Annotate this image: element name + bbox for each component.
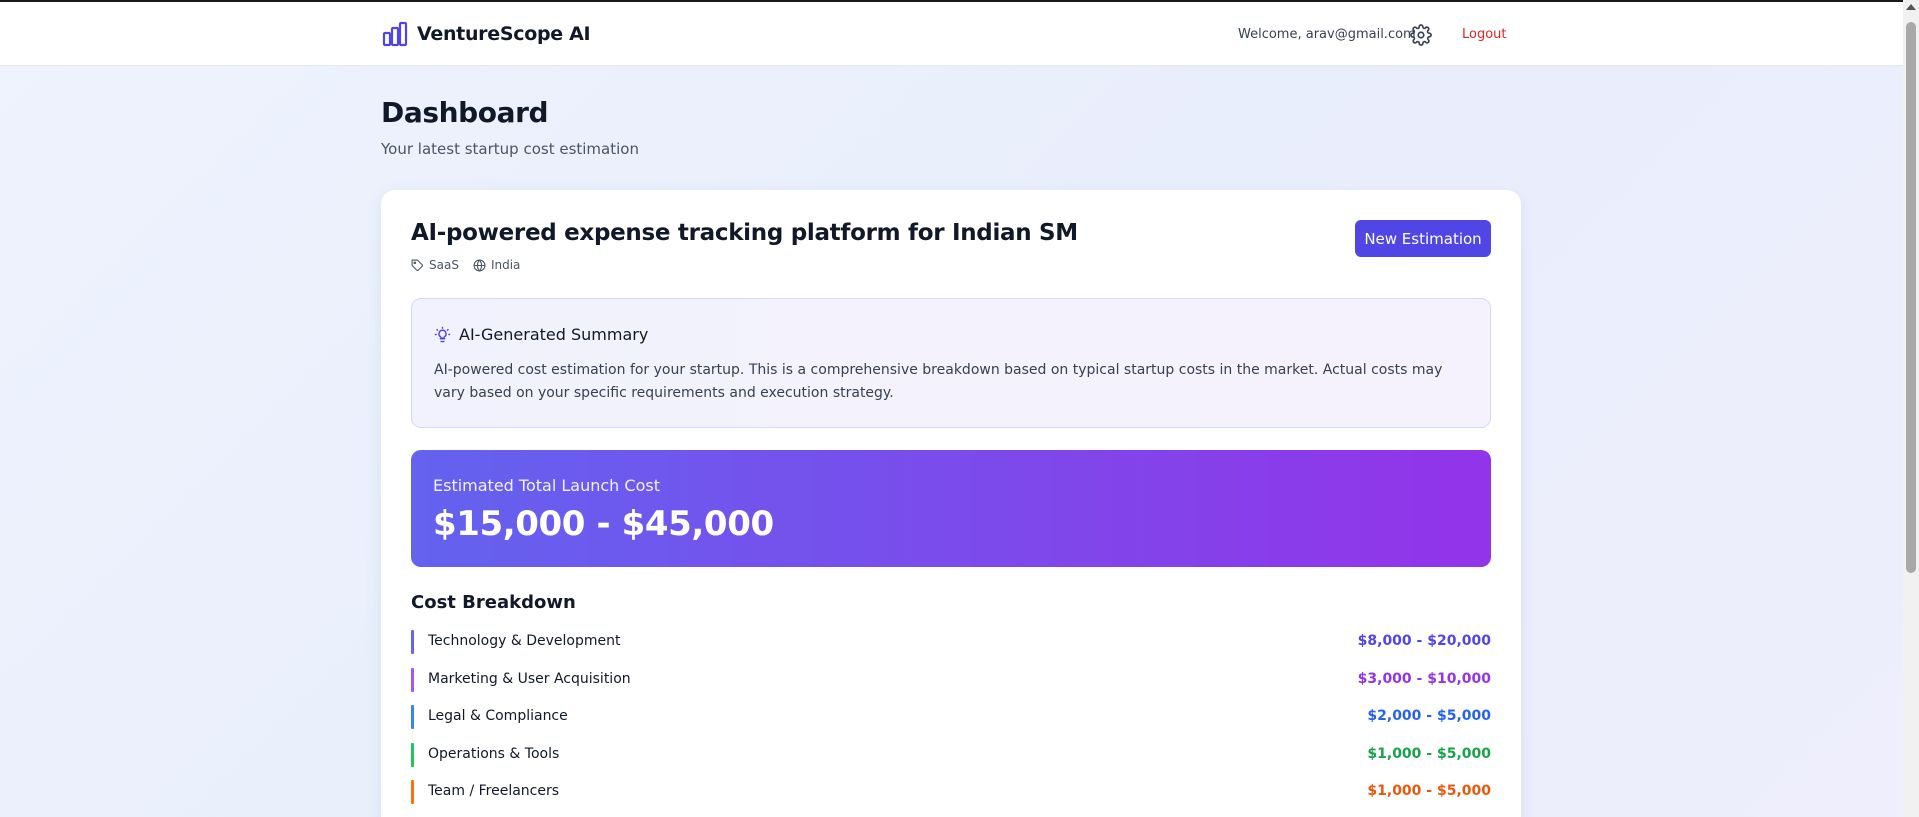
row-accent-bar [411,630,414,654]
summary-text: AI-powered cost estimation for your star… [434,362,1443,401]
page-scrollbar[interactable] [1903,0,1919,817]
row-amount: $2,000 - $5,000 [1367,708,1491,724]
tag-category: SaaS [411,258,459,272]
tag-label: India [490,258,521,272]
row-amount: $1,000 - $5,000 [1367,746,1491,762]
estimation-card: AI-powered expense tracking platform for… [381,190,1521,817]
welcome-text: Welcome, arav@gmail.com [1238,27,1416,42]
breakdown-row: Technology & Development $8,000 - $20,00… [411,630,1491,654]
row-amount: $8,000 - $20,000 [1357,633,1491,649]
row-accent-bar [411,780,414,804]
row-label: Operations & Tools [428,746,560,762]
new-estimation-button[interactable]: New Estimation [1355,220,1491,257]
gear-icon[interactable] [1410,24,1432,46]
row-label: Technology & Development [428,633,621,649]
row-accent-bar [411,705,414,729]
lightbulb-icon [434,326,451,343]
row-accent-bar [411,743,414,767]
breakdown-row: Team / Freelancers $1,000 - $5,000 [411,780,1491,804]
brand[interactable]: VentureScope AI [381,20,591,48]
cost-breakdown-title: Cost Breakdown [411,592,576,613]
page-subtitle: Your latest startup cost estimation [381,140,639,158]
estimation-title: AI-powered expense tracking platform for… [411,220,1078,246]
breakdown-row: Marketing & User Acquisition $3,000 - $1… [411,668,1491,692]
summary-title: AI-Generated Summary [459,325,649,344]
tag-region: India [473,258,520,272]
breakdown-row: Legal & Compliance $2,000 - $5,000 [411,705,1491,729]
breakdown-row: Operations & Tools $1,000 - $5,000 [411,743,1491,767]
scroll-up-icon[interactable] [1906,4,1916,10]
total-cost-banner: Estimated Total Launch Cost $15,000 - $4… [411,450,1491,567]
tag-label: SaaS [429,258,459,272]
total-cost-label: Estimated Total Launch Cost [433,476,660,495]
row-amount: $3,000 - $10,000 [1357,671,1491,687]
scroll-thumb[interactable] [1906,22,1916,573]
tag-icon [411,259,423,271]
estimation-tags: SaaS India [411,258,534,272]
total-cost-value: $15,000 - $45,000 [433,504,774,544]
summary-header: AI-Generated Summary [434,325,648,344]
page-title: Dashboard [381,96,549,129]
ai-summary-panel: AI-Generated Summary AI-powered cost est… [411,298,1491,428]
bar-chart-icon [381,20,409,48]
row-label: Legal & Compliance [428,708,568,724]
top-navbar: VentureScope AI Welcome, arav@gmail.com … [0,0,1903,66]
row-label: Marketing & User Acquisition [428,671,631,687]
globe-icon [473,259,486,271]
row-accent-bar [411,668,414,692]
row-amount: $1,000 - $5,000 [1367,783,1491,799]
brand-name: VentureScope AI [417,23,591,45]
row-label: Team / Freelancers [428,783,560,799]
logout-button[interactable]: Logout [1462,27,1507,42]
